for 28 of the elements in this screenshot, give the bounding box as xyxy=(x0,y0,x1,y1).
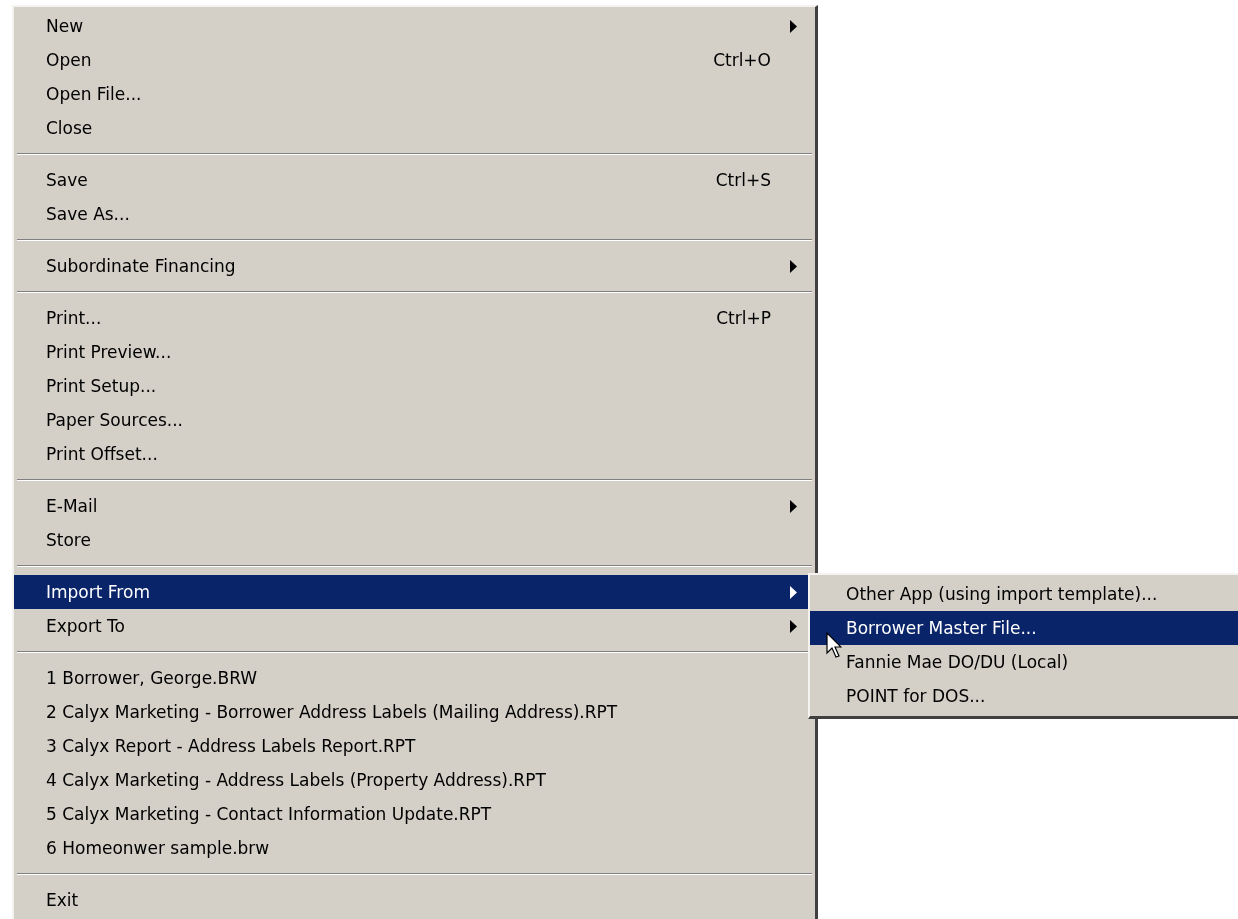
submenu-item[interactable]: POINT for DOS... xyxy=(810,679,1238,713)
menu-item[interactable]: Paper Sources... xyxy=(14,403,815,437)
menu-item[interactable]: Store xyxy=(14,523,815,557)
menu-item[interactable]: Print Setup... xyxy=(14,369,815,403)
submenu-arrow-icon xyxy=(789,619,797,633)
submenu-arrow-icon xyxy=(789,259,797,273)
submenu-arrow-icon xyxy=(789,499,797,513)
menu-item[interactable]: Exit xyxy=(14,883,815,917)
submenu-arrow-icon xyxy=(789,19,797,33)
menu-item[interactable]: E-Mail xyxy=(14,489,815,523)
menu-item[interactable]: Save As... xyxy=(14,197,815,231)
menu-item[interactable]: Print... Ctrl+P xyxy=(14,301,815,335)
submenu-item[interactable]: Borrower Master File... xyxy=(810,611,1238,645)
menu-item[interactable]: Open Ctrl+O xyxy=(14,43,815,77)
menu-item[interactable]: Close xyxy=(14,111,815,145)
menu-item[interactable]: 5 Calyx Marketing - Contact Information Update.RPT xyxy=(14,797,815,831)
menu-item[interactable]: Open File... xyxy=(14,77,815,111)
menu-item[interactable]: New xyxy=(14,9,815,43)
submenu-item[interactable]: Fannie Mae DO/DU (Local) xyxy=(810,645,1238,679)
menu-item[interactable]: Subordinate Financing xyxy=(14,249,815,283)
mouse-pointer-icon xyxy=(826,632,842,658)
menu-item[interactable]: 6 Homeonwer sample.brw xyxy=(14,831,815,865)
submenu-arrow-icon xyxy=(789,585,797,599)
menu-item[interactable]: Print Offset... xyxy=(14,437,815,471)
menu-item[interactable]: Save Ctrl+S xyxy=(14,163,815,197)
menu-item[interactable]: Print Preview... xyxy=(14,335,815,369)
menu-item[interactable]: 3 Calyx Report - Address Labels Report.RPT xyxy=(14,729,815,763)
menu-item[interactable]: 4 Calyx Marketing - Address Labels (Property Address).RPT xyxy=(14,763,815,797)
